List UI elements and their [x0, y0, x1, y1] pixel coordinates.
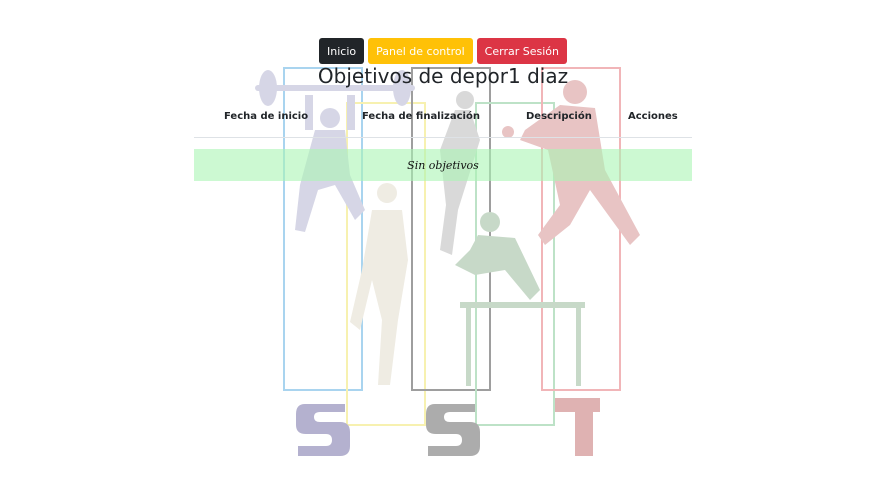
column-header-description: Descripción [526, 111, 592, 122]
logout-button[interactable]: Cerrar Sesión [476, 38, 567, 64]
column-header-actions: Acciones [628, 111, 678, 122]
panel-button[interactable]: Panel de control [368, 38, 473, 64]
column-header-start-date: Fecha de inicio [224, 111, 309, 122]
top-nav: Inicio Panel de control Cerrar Sesión [0, 38, 886, 64]
column-header-end-date: Fecha de finalización [362, 111, 480, 122]
empty-message: Sin objetivos [407, 158, 479, 172]
empty-row: Sin objetivos [194, 149, 692, 181]
objectives-table: Fecha de inicio Fecha de finalización De… [194, 103, 692, 181]
table-header: Fecha de inicio Fecha de finalización De… [194, 103, 692, 138]
page-title: Objetivos de depor1 diaz [317, 64, 569, 88]
home-button[interactable]: Inicio [319, 38, 365, 64]
